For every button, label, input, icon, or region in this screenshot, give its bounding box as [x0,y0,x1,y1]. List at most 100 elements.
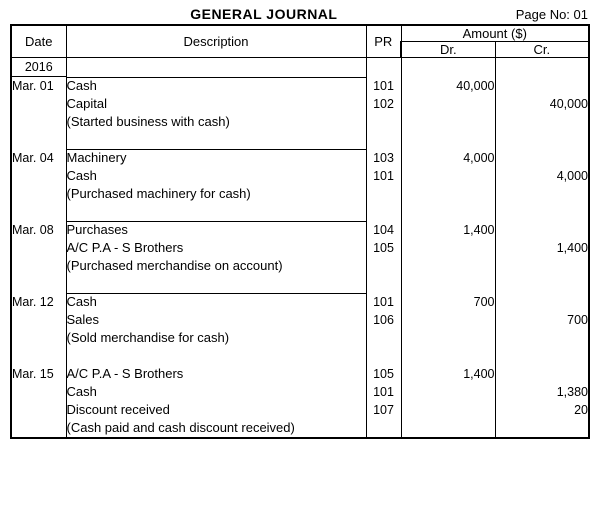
entry-date: Mar. 12 [11,293,66,311]
pr-empty [366,113,401,131]
spacer [11,275,66,293]
debit-amount: 40,000 [401,77,495,96]
dr-empty [401,185,495,203]
posting-ref: 101 [366,293,401,311]
cr-empty [495,419,589,438]
cr-empty [495,58,589,77]
debit-amount [401,383,495,401]
credit-amount: 40,000 [495,95,589,113]
entry-date: Mar. 15 [11,365,66,383]
entry-date: Mar. 08 [11,221,66,239]
debit-account: Machinery [66,149,366,167]
credit-amount [495,365,589,383]
dr-empty [401,329,495,347]
credit-amount [495,221,589,239]
posting-ref: 106 [366,311,401,329]
debit-account: Purchases [66,221,366,239]
spacer [66,347,366,365]
debit-amount [401,311,495,329]
spacer [366,203,401,221]
debit-amount: 4,000 [401,149,495,167]
debit-amount: 700 [401,293,495,311]
spacer [495,275,589,293]
debit-amount [401,401,495,419]
entry-date-empty [11,113,66,131]
entry-date [11,383,66,401]
entry-date-empty [11,185,66,203]
pr-empty [366,257,401,275]
spacer [366,131,401,149]
entry-date-empty [11,257,66,275]
dr-empty [401,113,495,131]
dr-empty [401,58,495,77]
journal-header: GENERAL JOURNAL Page No: 01 [10,6,590,24]
debit-account: Cash [66,77,366,96]
credit-account: Cash [66,383,366,401]
entry-date-empty [11,419,66,438]
narration: (Sold merchandise for cash) [66,329,366,347]
pr-empty [366,58,401,77]
credit-amount: 4,000 [495,167,589,185]
narration: (Started business with cash) [66,113,366,131]
spacer [11,131,66,149]
entry-date [11,311,66,329]
posting-ref: 101 [366,167,401,185]
entry-date: Mar. 01 [11,77,66,96]
pr-empty [366,329,401,347]
debit-account: A/C P.A - S Brothers [66,365,366,383]
year-cell: 2016 [11,58,66,77]
narration: (Purchased merchandise on account) [66,257,366,275]
posting-ref: 105 [366,239,401,257]
spacer [401,131,495,149]
posting-ref: 102 [366,95,401,113]
entry-date-empty [11,329,66,347]
entry-date [11,401,66,419]
credit-account: Capital [66,95,366,113]
debit-amount: 1,400 [401,221,495,239]
pr-empty [366,185,401,203]
col-header-dr: Dr. [401,42,495,58]
credit-amount: 700 [495,311,589,329]
spacer [11,347,66,365]
spacer [495,131,589,149]
col-header-description: Description [66,25,366,58]
dr-empty [401,257,495,275]
entry-date [11,167,66,185]
credit-amount [495,293,589,311]
cr-empty [495,113,589,131]
posting-ref: 103 [366,149,401,167]
journal-title: GENERAL JOURNAL [12,6,516,22]
debit-amount [401,239,495,257]
spacer [66,203,366,221]
posting-ref: 105 [366,365,401,383]
cr-empty [495,257,589,275]
credit-account: Cash [66,167,366,185]
spacer [401,203,495,221]
cr-empty [495,185,589,203]
posting-ref: 101 [366,77,401,96]
debit-amount [401,95,495,113]
col-header-cr: Cr. [495,42,589,58]
entry-date: Mar. 04 [11,149,66,167]
spacer [401,275,495,293]
credit-amount: 1,400 [495,239,589,257]
spacer [66,131,366,149]
posting-ref: 107 [366,401,401,419]
spacer [366,275,401,293]
credit-amount: 1,380 [495,383,589,401]
narration: (Cash paid and cash discount received) [66,419,366,438]
spacer [66,275,366,293]
col-header-date: Date [11,25,66,58]
col-header-amount: Amount ($) [401,25,589,42]
entry-date [11,239,66,257]
credit-account: A/C P.A - S Brothers [66,239,366,257]
posting-ref: 101 [366,383,401,401]
desc-empty [66,58,366,77]
credit-amount: 20 [495,401,589,419]
spacer [11,203,66,221]
debit-amount: 1,400 [401,365,495,383]
pr-empty [366,419,401,438]
narration: (Purchased machinery for cash) [66,185,366,203]
general-journal-table: Date Description PR Amount ($) Dr. Cr. 2… [10,24,590,439]
entry-date [11,95,66,113]
